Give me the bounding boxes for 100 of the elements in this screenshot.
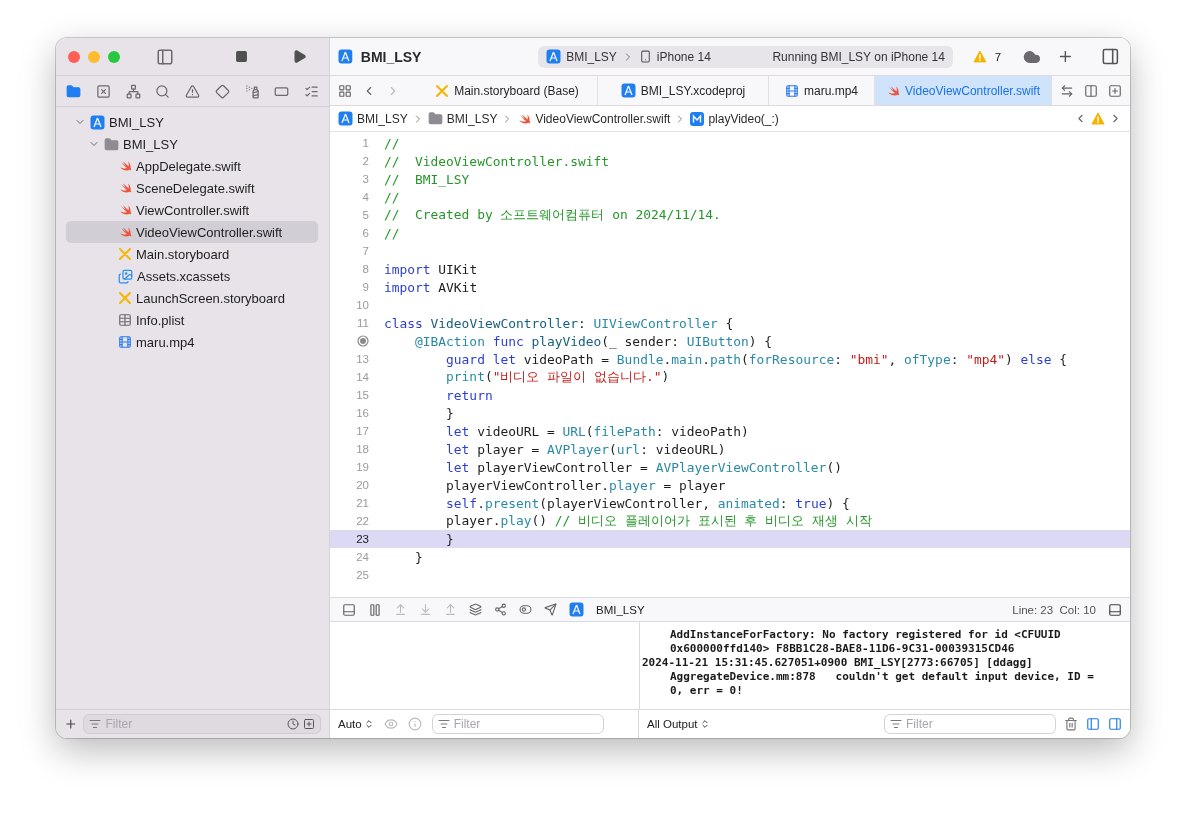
app-icon	[90, 114, 105, 130]
file-row[interactable]: BMI_LSY	[66, 111, 318, 133]
panel-icon[interactable]	[1108, 602, 1122, 617]
line-number: 23	[355, 533, 369, 545]
line-number: 8	[361, 263, 369, 275]
code-line: let videoURL = URL(filePath: videoPath)	[445, 423, 749, 439]
square-x-icon[interactable]	[95, 83, 111, 99]
scheme-bar[interactable]: BMI_LSY iPhone 14 Running BMI_LSY on iPhone 14	[538, 45, 953, 68]
spray-icon[interactable]	[244, 83, 260, 99]
swift-icon	[118, 225, 132, 239]
console-line: 0, err = 0!	[669, 684, 744, 698]
code-line: }	[445, 531, 454, 547]
film-icon	[785, 83, 799, 98]
code-line: return	[445, 387, 493, 403]
filter-icon	[890, 718, 902, 730]
window-title: BMI_LSY	[360, 48, 423, 65]
code-line: import UIKit	[383, 261, 478, 277]
file-row[interactable]: AppDelegate.swift	[66, 155, 318, 177]
output-popup[interactable]: All Output	[647, 718, 710, 730]
editor-tab[interactable]: VideoViewController.swift	[875, 76, 1052, 105]
swift-icon	[118, 181, 132, 195]
line-number: 25	[355, 569, 369, 581]
images-icon	[118, 268, 133, 284]
code-line: class VideoViewController: UIViewController {	[383, 315, 734, 331]
scope-popup[interactable]: Auto	[338, 718, 374, 730]
add-icon[interactable]	[64, 717, 78, 731]
console-line: AddInstanceForFactory: No factory registered for id <CFUUID	[669, 628, 1062, 642]
line-number: 20	[355, 479, 369, 491]
warning-icon[interactable]	[185, 83, 200, 99]
code-line: guard let videoPath = Bundle.main.path(forResource: "bmi", ofType: "mp4") else {	[445, 351, 1068, 367]
code-line: playerViewController.player = player	[445, 477, 726, 493]
file-row[interactable]: Main.storyboard	[66, 243, 318, 265]
debug-area-toggle-icon[interactable]	[342, 602, 356, 617]
code-line: let player = AVPlayer(url: videoURL)	[445, 441, 726, 457]
breadcrumb[interactable]: BMI_LSY	[357, 111, 408, 126]
app-icon	[546, 49, 562, 64]
line-number: 1	[361, 137, 369, 149]
file-row[interactable]: Assets.xcassets	[66, 265, 318, 287]
toggle-icon[interactable]	[519, 603, 532, 616]
file-row[interactable]: maru.mp4	[66, 331, 318, 353]
columns-icon[interactable]	[1084, 83, 1098, 98]
code-line: @IBAction func playVideo(_ sender: UIButton) {	[414, 333, 773, 349]
variables-toggle-icon[interactable]	[1086, 717, 1100, 731]
filter-icon	[89, 718, 102, 730]
breadcrumb[interactable]: playVideo(_:)	[708, 111, 779, 126]
stop-icon[interactable]	[235, 50, 248, 63]
line-number: 7	[361, 245, 369, 257]
film-icon	[118, 335, 132, 349]
line-number: 4	[361, 191, 369, 203]
code-line: //	[383, 135, 400, 151]
sidebar-toggle-icon[interactable]	[156, 47, 174, 66]
line-number: 10	[355, 299, 369, 311]
line-number: 15	[355, 389, 369, 401]
inspector-toggle-icon[interactable]	[1101, 47, 1120, 66]
code-line: print("비디오 파일이 없습니다.")	[445, 368, 670, 386]
outlet-connection-icon[interactable]	[357, 335, 369, 347]
pause-icon[interactable]	[368, 602, 382, 617]
list-icon[interactable]	[304, 83, 319, 99]
app-icon	[620, 83, 636, 98]
file-row[interactable]: LaunchScreen.storyboard	[66, 287, 318, 309]
graph-icon[interactable]	[494, 603, 507, 616]
file-row[interactable]: VideoViewController.swift	[66, 221, 318, 243]
line-number: 18	[355, 443, 369, 455]
line-number: 6	[361, 227, 369, 239]
close-button[interactable]	[68, 50, 80, 63]
layers-icon[interactable]	[469, 603, 482, 616]
swap-icon[interactable]	[1060, 83, 1074, 98]
warning-count[interactable]: 7	[994, 50, 1002, 63]
file-row[interactable]: ViewController.swift	[66, 199, 318, 221]
swift-icon	[118, 159, 132, 173]
diamond-icon[interactable]	[214, 83, 230, 99]
breadcrumb[interactable]: VideoViewController.swift	[535, 111, 671, 126]
square-icon[interactable]	[303, 718, 315, 730]
code-line: player.play() // 비디오 플레이어가 표시된 후 비디오 재생 시작	[445, 512, 872, 530]
app-icon	[338, 111, 353, 126]
code-line: // BMI_LSY	[383, 171, 470, 187]
add-editor-icon[interactable]	[1108, 83, 1122, 98]
folder-icon[interactable]	[66, 83, 81, 99]
grid-icon[interactable]	[338, 83, 352, 98]
play-icon[interactable]	[292, 49, 307, 64]
clock-icon[interactable]	[287, 718, 299, 730]
hierarchy-icon[interactable]	[125, 83, 141, 99]
console-line: 0x600000ffd140> F8BB1C28-BAE8-11D6-9C31-00039315CD46	[669, 642, 1016, 656]
debug-target[interactable]: BMI_LSY	[596, 603, 645, 616]
app-icon	[569, 602, 584, 617]
file-row[interactable]: BMI_LSY	[66, 133, 318, 155]
breadcrumb[interactable]: BMI_LSY	[446, 111, 498, 126]
location-icon[interactable]	[544, 603, 557, 616]
console-line: AggregateDevice.mm:878 couldn't get default input device, ID =	[669, 670, 1095, 684]
file-row[interactable]: Info.plist	[66, 309, 318, 331]
editor-tab[interactable]: Main.storyboard (Base)	[417, 76, 598, 105]
file-row[interactable]: SceneDelegate.swift	[66, 177, 318, 199]
line-number: 14	[355, 371, 369, 383]
search-icon[interactable]	[155, 83, 171, 99]
trash-icon[interactable]	[1064, 717, 1078, 731]
console-toggle-icon[interactable]	[1108, 717, 1122, 731]
updown-icon	[699, 719, 710, 729]
editor-tab[interactable]: BMI_LSY.xcodeproj	[598, 76, 769, 105]
line-number: 21	[355, 497, 369, 509]
line-number: 3	[361, 173, 369, 185]
